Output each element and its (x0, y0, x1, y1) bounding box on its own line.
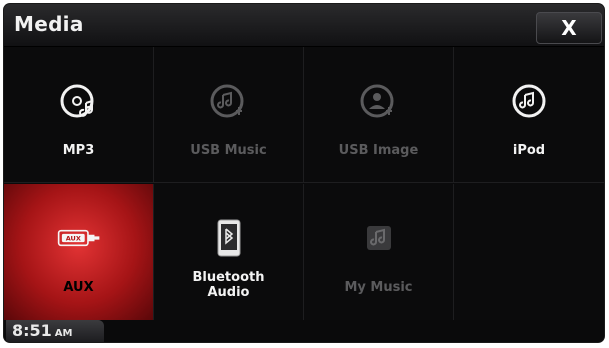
media-screen: Media X MP3 USB Music USB Image iPod AUX… (4, 4, 604, 342)
source-tile-aux[interactable]: AUX AUX (4, 184, 154, 320)
bluetooth-audio-icon (207, 218, 251, 258)
source-label: USB Music (190, 143, 267, 158)
source-tile-empty (454, 184, 604, 320)
svg-text:AUX: AUX (65, 234, 80, 242)
source-label: Bluetooth Audio (192, 270, 265, 300)
my-music-icon (357, 218, 401, 258)
ipod-icon (507, 81, 551, 121)
usb-music-icon (207, 81, 251, 121)
close-button[interactable]: X (536, 12, 602, 44)
page-title: Media (14, 12, 84, 36)
source-label: My Music (344, 280, 413, 295)
source-tile-ipod[interactable]: iPod (454, 47, 604, 183)
source-label: AUX (63, 280, 94, 295)
source-tile-mp3[interactable]: MP3 (4, 47, 154, 183)
source-tile-usb-image[interactable]: USB Image (304, 47, 454, 183)
status-bar: 8:51 AM (4, 320, 604, 342)
source-tile-my-music[interactable]: My Music (304, 184, 454, 320)
usb-image-icon (357, 81, 401, 121)
source-label: USB Image (338, 143, 419, 158)
source-label: iPod (512, 143, 546, 158)
mp3-icon (57, 81, 101, 121)
aux-icon: AUX (57, 218, 101, 258)
source-tile-usb-music[interactable]: USB Music (154, 47, 304, 183)
title-bar: Media X (4, 4, 604, 47)
clock: 8:51 AM (6, 320, 104, 342)
clock-time: 8:51 (12, 321, 52, 340)
source-label: MP3 (62, 143, 95, 158)
media-source-grid: MP3 USB Music USB Image iPod AUX AUX Blu… (4, 47, 604, 320)
clock-ampm: AM (54, 328, 73, 339)
source-tile-bluetooth-audio[interactable]: Bluetooth Audio (154, 184, 304, 320)
